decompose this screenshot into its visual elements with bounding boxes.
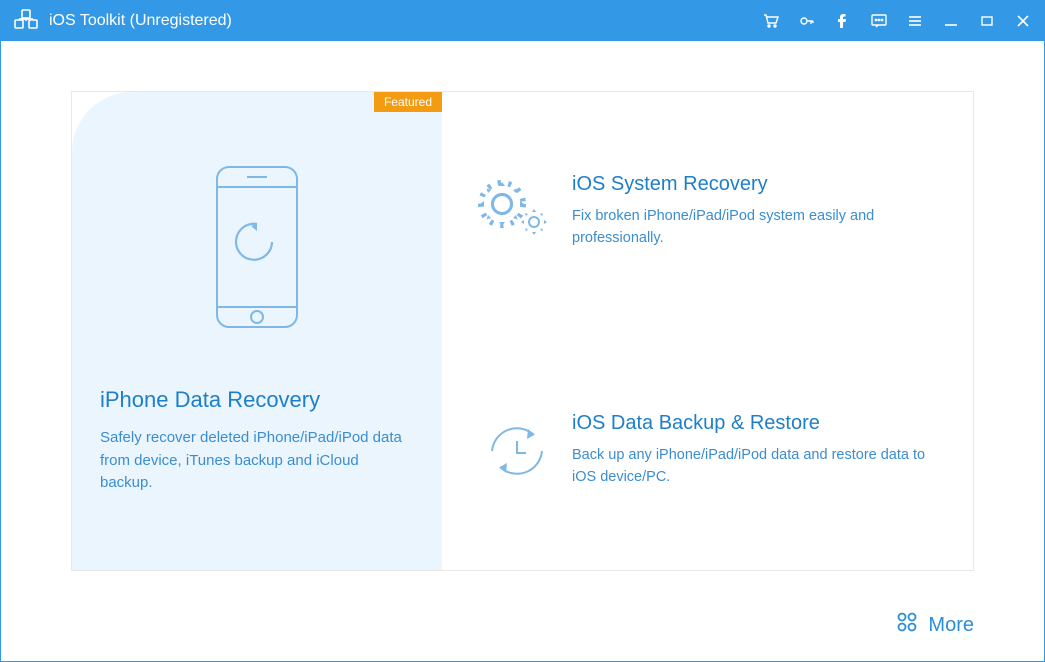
more-label: More	[928, 614, 974, 637]
menu-icon[interactable]	[906, 12, 924, 30]
card-description: Fix broken iPhone/iPad/iPod system easil…	[572, 206, 943, 250]
card-text: iOS Data Backup & Restore Back up any iP…	[572, 412, 943, 489]
card-description: Back up any iPhone/iPad/iPod data and re…	[572, 445, 943, 489]
close-icon[interactable]	[1014, 12, 1032, 30]
more-button[interactable]: More	[896, 611, 974, 639]
feedback-icon[interactable]	[870, 12, 888, 30]
key-icon[interactable]	[798, 12, 816, 30]
cart-icon[interactable]	[762, 12, 780, 30]
main-content: Featured iPhone Data Recovery Safely rec…	[1, 41, 1044, 661]
facebook-icon[interactable]	[834, 12, 852, 30]
card-ios-backup-restore[interactable]: iOS Data Backup & Restore Back up any iP…	[442, 331, 973, 570]
card-iphone-data-recovery[interactable]: Featured iPhone Data Recovery Safely rec…	[72, 92, 442, 570]
more-grid-icon	[896, 611, 918, 639]
card-title: iOS Data Backup & Restore	[572, 412, 943, 435]
feature-grid: Featured iPhone Data Recovery Safely rec…	[71, 91, 974, 571]
titlebar-left: iOS Toolkit (Unregistered)	[13, 8, 232, 34]
maximize-icon[interactable]	[978, 12, 996, 30]
card-text: iOS System Recovery Fix broken iPhone/iP…	[572, 173, 943, 250]
minimize-icon[interactable]	[942, 12, 960, 30]
gears-icon	[462, 172, 572, 252]
app-window: iOS Toolkit (Unregistered)	[0, 0, 1045, 662]
card-description: Safely recover deleted iPhone/iPad/iPod …	[100, 427, 414, 495]
backup-restore-icon	[462, 411, 572, 491]
featured-badge: Featured	[374, 92, 442, 112]
app-title: iOS Toolkit (Unregistered)	[49, 12, 232, 30]
card-ios-system-recovery[interactable]: iOS System Recovery Fix broken iPhone/iP…	[442, 92, 973, 331]
phone-recovery-icon	[207, 162, 307, 337]
titlebar: iOS Toolkit (Unregistered)	[1, 1, 1044, 41]
titlebar-actions	[762, 12, 1032, 30]
card-title: iPhone Data Recovery	[100, 387, 320, 413]
card-title: iOS System Recovery	[572, 173, 943, 196]
app-logo-icon	[13, 8, 39, 34]
